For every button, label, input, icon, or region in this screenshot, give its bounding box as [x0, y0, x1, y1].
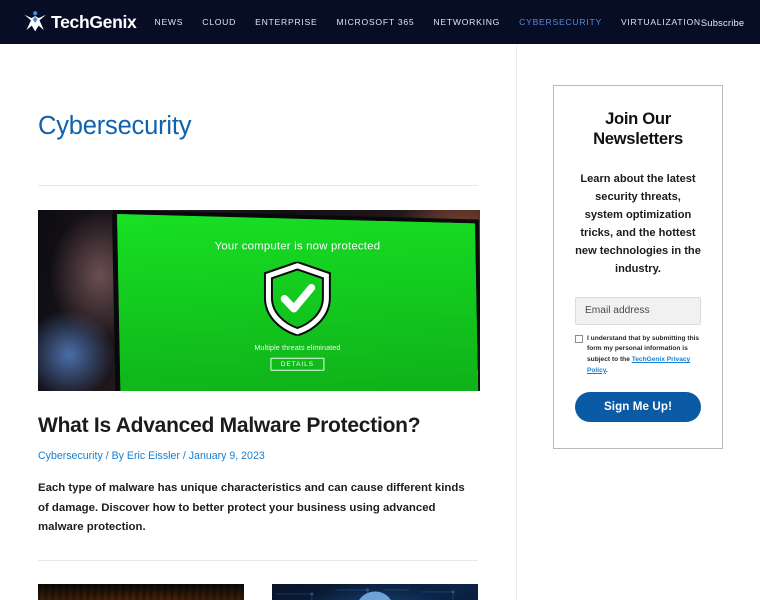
post-category-link[interactable]: Cybersecurity: [38, 450, 103, 462]
techgenix-x-logo-icon: [24, 11, 46, 32]
subscribe-link[interactable]: Subscribe: [701, 17, 745, 28]
newsletter-submit-button[interactable]: Sign Me Up!: [575, 391, 701, 422]
padlock-icon: [358, 591, 392, 600]
site-logo-text: TechGenix: [51, 11, 137, 32]
laptop-screen-graphic: Your computer is now protected Multiple …: [117, 214, 479, 391]
post-title[interactable]: What Is Advanced Malware Protection?: [38, 414, 478, 438]
newsletter-consent-row: I understand that by submitting this for…: [575, 334, 701, 377]
post-thumbnail[interactable]: Your computer is now protected Multiple …: [38, 210, 480, 391]
sidebar: Join Our Newsletters Learn about the lat…: [517, 44, 760, 600]
page-title: Cybersecurity: [38, 112, 192, 140]
primary-navigation: NEWS CLOUD ENTERPRISE MICROSOFT 365 NETW…: [154, 17, 700, 27]
consent-text-part-2: .: [605, 366, 608, 374]
newsletter-title: Join Our Newsletters: [593, 109, 683, 148]
newsletter-consent-text: I understand that by submitting this for…: [587, 334, 701, 377]
post-date: January 9, 2023: [188, 450, 265, 462]
site-header: TechGenix NEWS CLOUD ENTERPRISE MICROSOF…: [0, 0, 760, 44]
nav-item-enterprise[interactable]: ENTERPRISE: [255, 17, 317, 27]
post-author-link[interactable]: Eric Eissler: [127, 450, 180, 462]
meta-separator-1: /: [102, 450, 112, 462]
post-card: Your computer is now protected Multiple …: [38, 186, 480, 538]
nav-item-news[interactable]: NEWS: [154, 17, 183, 27]
main-content: Cybersecurity Your computer is now prote…: [0, 44, 517, 600]
screen-subtext: Multiple threats eliminated: [254, 342, 341, 352]
post-excerpt: Each type of malware has unique characte…: [38, 482, 465, 534]
shield-check-icon: [260, 260, 334, 337]
newsletter-email-input[interactable]: [575, 296, 701, 325]
header-actions: Subscribe: [701, 15, 760, 29]
nav-item-virtualization[interactable]: VIRTUALIZATION: [621, 17, 701, 27]
page-body: Cybersecurity Your computer is now prote…: [0, 44, 760, 600]
meta-separator-2: /: [179, 450, 189, 462]
screen-details-button[interactable]: DETAILS: [270, 357, 324, 371]
nav-item-cybersecurity[interactable]: CYBERSECURITY: [519, 17, 602, 27]
screen-heading-text: Your computer is now protected: [214, 240, 381, 253]
nav-item-microsoft-365[interactable]: MICROSOFT 365: [337, 17, 415, 27]
site-logo[interactable]: TechGenix: [22, 9, 137, 35]
nav-item-cloud[interactable]: CLOUD: [202, 17, 236, 27]
more-posts-row: [38, 561, 478, 600]
meta-by-label: By: [111, 450, 127, 462]
server-room-glow-thumbnail[interactable]: [38, 583, 244, 600]
newsletter-signup-box: Join Our Newsletters Learn about the lat…: [553, 85, 723, 449]
nav-item-networking[interactable]: NETWORKING: [433, 17, 500, 27]
newsletter-description: Learn about the latest security threats,…: [575, 173, 701, 275]
post-meta: Cybersecurity / By Eric Eissler / Januar…: [38, 450, 478, 462]
circuit-padlock-thumbnail[interactable]: [272, 583, 478, 600]
newsletter-consent-checkbox[interactable]: [575, 334, 583, 343]
